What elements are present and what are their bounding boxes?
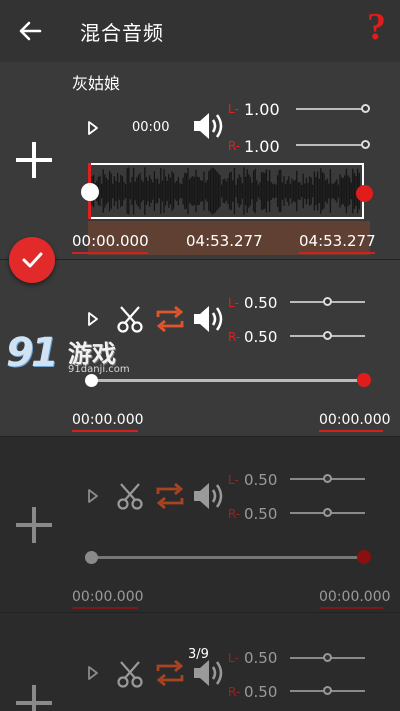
back-button[interactable]	[14, 16, 46, 46]
end-time-underline	[319, 430, 383, 432]
play-icon	[88, 312, 98, 326]
loop-button[interactable]	[154, 303, 186, 335]
left-volume-knob[interactable]	[323, 297, 332, 306]
add-track-button[interactable]	[16, 507, 52, 543]
play-button[interactable]	[86, 488, 100, 504]
right-volume-knob[interactable]	[323, 331, 332, 340]
right-volume-slider[interactable]	[296, 144, 366, 146]
left-volume-knob[interactable]	[323, 653, 332, 662]
speaker-icon	[194, 113, 223, 139]
position-end-handle[interactable]	[357, 373, 371, 387]
end-time[interactable]: 04:53.277	[299, 232, 376, 250]
left-volume-value: 0.50	[244, 471, 278, 489]
right-volume-value: 1.00	[244, 137, 280, 156]
end-time[interactable]: 00:00.000	[319, 412, 391, 428]
right-channel-label: R-	[228, 330, 241, 344]
position-start-handle[interactable]	[85, 551, 98, 564]
play-icon	[88, 489, 98, 503]
left-channel-label: L-	[228, 473, 239, 487]
left-volume-value: 0.50	[244, 649, 278, 667]
play-icon	[88, 121, 98, 135]
volume-button[interactable]	[192, 303, 226, 335]
scissors-icon	[117, 661, 143, 688]
end-time[interactable]: 00:00.000	[319, 589, 391, 605]
left-volume-knob[interactable]	[323, 474, 332, 483]
end-time-underline	[319, 607, 383, 609]
left-volume-value: 1.00	[244, 100, 280, 119]
arrow-left-icon	[19, 21, 42, 41]
start-time-underline	[72, 607, 138, 609]
track-name: 灰姑娘	[72, 74, 121, 93]
add-track-button[interactable]	[16, 685, 52, 711]
right-volume-value: 0.50	[244, 683, 278, 701]
right-channel-label: R-	[228, 507, 241, 521]
start-time[interactable]: 00:00.000	[72, 589, 144, 605]
left-channel-label: L-	[228, 651, 239, 665]
right-volume-value: 0.50	[244, 328, 278, 346]
end-time-underline	[299, 252, 375, 254]
trim-button[interactable]	[116, 481, 144, 511]
checkmark-icon	[22, 252, 43, 268]
scissors-icon	[117, 483, 143, 510]
right-volume-knob[interactable]	[323, 686, 332, 695]
position-end-handle[interactable]	[357, 550, 371, 564]
waveform	[91, 167, 360, 215]
start-time-underline	[72, 252, 148, 254]
left-channel-label: L-	[228, 296, 239, 310]
right-volume-value: 0.50	[244, 505, 278, 523]
current-time: 00:00	[132, 120, 170, 135]
add-track-button[interactable]	[16, 142, 52, 178]
audio-track-1: 灰姑娘 00:00 L- 1.00 R- 1.00 00:00.000 04:5…	[0, 62, 400, 259]
left-channel-label: L-	[228, 102, 239, 116]
position-track[interactable]	[90, 556, 365, 559]
trim-start-handle[interactable]	[81, 183, 99, 201]
page-title: 混合音频	[80, 21, 164, 45]
speaker-icon	[194, 483, 223, 509]
audio-track-3: L- 0.50 R- 0.50 00:00.000 00:00.000	[0, 437, 400, 612]
play-button[interactable]	[86, 311, 100, 327]
repeat-icon	[156, 305, 184, 333]
loop-button[interactable]	[154, 657, 186, 689]
volume-button[interactable]	[192, 657, 226, 689]
watermark-logo: 91 游戏 91danji.com	[6, 330, 141, 380]
play-icon	[88, 666, 98, 680]
waveform-view[interactable]	[88, 163, 364, 219]
repeat-icon	[156, 482, 184, 510]
trim-end-handle[interactable]	[356, 185, 373, 202]
duration-time: 04:53.277	[186, 232, 263, 250]
right-channel-label: R-	[228, 685, 241, 699]
audio-track-4: 3/9 L- 0.50 R- 0.50	[0, 613, 400, 711]
loop-button[interactable]	[154, 480, 186, 512]
right-channel-label: R-	[228, 139, 241, 153]
repeat-icon	[156, 659, 184, 687]
speaker-icon	[194, 306, 223, 332]
start-time[interactable]: 00:00.000	[72, 412, 144, 428]
watermark-url: 91danji.com	[68, 364, 130, 375]
confirm-button[interactable]	[9, 237, 55, 283]
volume-button[interactable]	[192, 110, 226, 142]
start-time-underline	[72, 430, 138, 432]
right-volume-knob[interactable]	[361, 140, 370, 149]
play-button[interactable]	[86, 120, 100, 136]
left-volume-value: 0.50	[244, 294, 278, 312]
top-app-bar: 混合音频 ?	[0, 0, 400, 62]
watermark-number: 91	[6, 330, 59, 376]
volume-button[interactable]	[192, 480, 226, 512]
speaker-icon	[194, 660, 223, 686]
play-button[interactable]	[86, 665, 100, 681]
help-button[interactable]: ?	[367, 8, 386, 46]
start-time[interactable]: 00:00.000	[72, 232, 149, 250]
left-volume-slider[interactable]	[296, 108, 366, 110]
trim-button[interactable]	[116, 659, 144, 689]
right-volume-knob[interactable]	[323, 508, 332, 517]
left-volume-knob[interactable]	[361, 104, 370, 113]
